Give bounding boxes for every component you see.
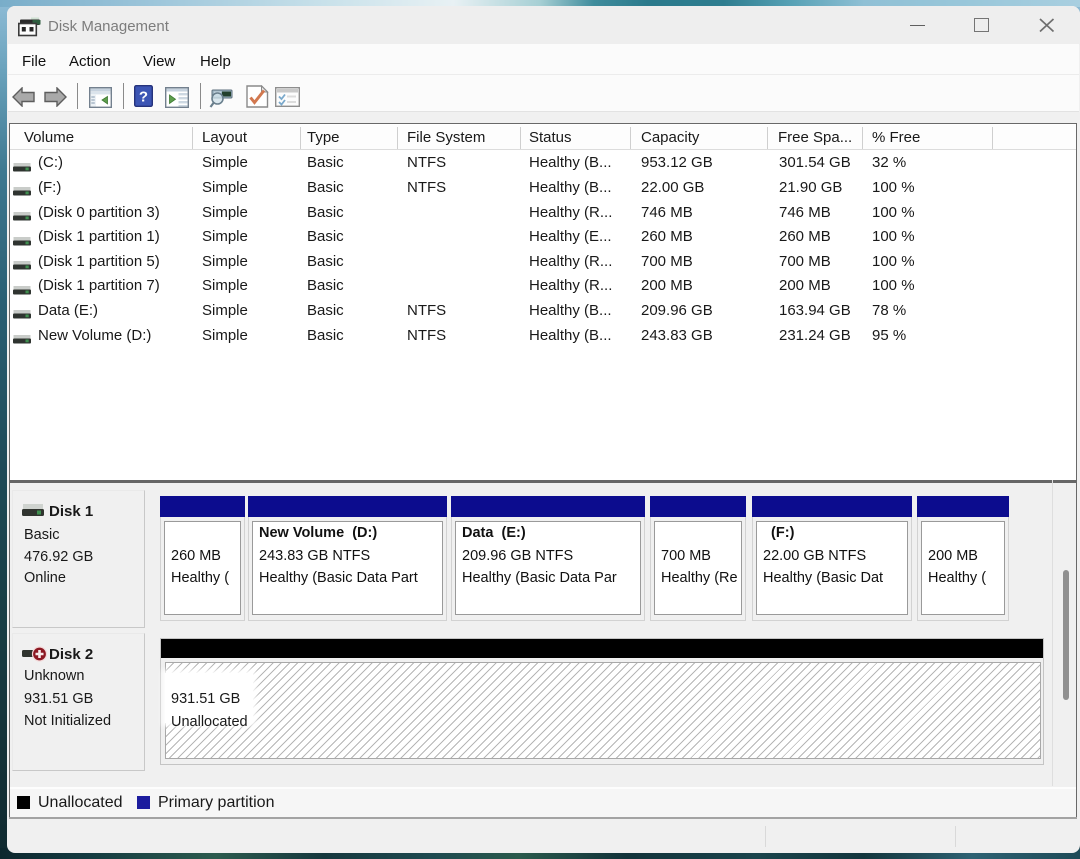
svg-text:?: ?: [139, 89, 148, 106]
